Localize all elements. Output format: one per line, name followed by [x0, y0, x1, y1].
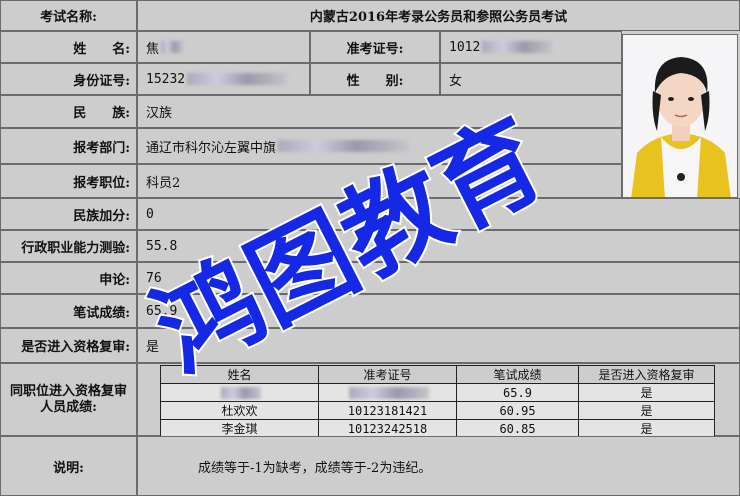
id-card-label: 身份证号:	[0, 63, 137, 95]
peer-name-redaction	[220, 387, 261, 399]
peer-review: 是	[578, 401, 715, 420]
peers-header-ticket: 准考证号	[318, 365, 457, 384]
peers-label: 同职位进入资格复审 人员成绩:	[0, 363, 137, 436]
review-label: 是否进入资格复审:	[0, 328, 137, 363]
peer-score: 60.85	[456, 419, 579, 438]
applicant-portrait-image	[623, 35, 737, 197]
ticket-label: 准考证号:	[310, 31, 440, 63]
id-card-value-cell: 15232	[137, 63, 310, 95]
aptitude-label: 行政职业能力测验:	[0, 230, 137, 262]
peers-header-review: 是否进入资格复审	[578, 365, 715, 384]
ticket-value: 1012	[449, 39, 481, 55]
peer-name	[160, 383, 319, 402]
peer-score: 60.95	[456, 401, 579, 420]
essay-label: 申论:	[0, 262, 137, 294]
ethnicity-label: 民 族:	[0, 95, 137, 128]
applicant-photo	[622, 34, 738, 198]
peer-review: 是	[578, 419, 715, 438]
peers-label-line1: 同职位进入资格复审	[9, 383, 127, 399]
table-row: 65.9 是	[160, 383, 715, 402]
exam-name-label: 考试名称:	[0, 0, 137, 31]
ethnic-bonus-value: 0	[137, 198, 740, 230]
essay-value: 76	[137, 262, 740, 294]
ethnicity-value: 汉族	[137, 95, 622, 128]
department-redaction	[278, 140, 409, 152]
peer-score: 65.9	[456, 383, 579, 402]
gender-value: 女	[440, 63, 622, 95]
exam-name-value: 内蒙古2016年考录公务员和参照公务员考试	[137, 0, 740, 31]
table-row: 杜欢欢 10123181421 60.95 是	[160, 401, 715, 420]
peers-header-name: 姓名	[160, 365, 319, 384]
name-value-cell: 焦	[137, 31, 310, 63]
position-value: 科员2	[137, 164, 622, 198]
note-label: 说明:	[0, 436, 137, 496]
peer-name: 杜欢欢	[160, 401, 319, 420]
peer-review: 是	[578, 383, 715, 402]
ticket-value-cell: 1012	[440, 31, 622, 63]
peers-header-score: 笔试成绩	[456, 365, 579, 384]
id-card-redaction	[187, 73, 288, 85]
peer-name: 李金琪	[160, 419, 319, 438]
peers-table: 姓名 准考证号 笔试成绩 是否进入资格复审 65.9 是 杜欢欢 1012318…	[160, 365, 715, 438]
review-value: 是	[137, 328, 740, 363]
name-value: 焦	[146, 41, 160, 57]
peers-header-row: 姓名 准考证号 笔试成绩 是否进入资格复审	[160, 365, 715, 384]
peer-ticket-redaction	[348, 387, 429, 399]
aptitude-value: 55.8	[137, 230, 740, 262]
note-value: 成绩等于-1为缺考，成绩等于-2为违纪。	[137, 436, 740, 496]
ethnic-bonus-label: 民族加分:	[0, 198, 137, 230]
peer-ticket	[318, 383, 457, 402]
peer-ticket: 10123242518	[318, 419, 457, 438]
peer-ticket: 10123181421	[318, 401, 457, 420]
peers-label-line2: 人员成绩:	[40, 399, 97, 415]
name-redaction	[161, 41, 184, 53]
table-row: 李金琪 10123242518 60.85 是	[160, 419, 715, 438]
written-score-label: 笔试成绩:	[0, 294, 137, 328]
department-value-cell: 通辽市科尔沁左翼中旗	[137, 128, 622, 164]
position-label: 报考职位:	[0, 164, 137, 198]
id-card-value: 15232	[146, 71, 186, 87]
name-label: 姓 名:	[0, 31, 137, 63]
department-value: 通辽市科尔沁左翼中旗	[146, 140, 277, 156]
ticket-redaction	[482, 41, 553, 53]
written-score-value: 65.9	[137, 294, 740, 328]
gender-label: 性 别:	[310, 63, 440, 95]
department-label: 报考部门:	[0, 128, 137, 164]
